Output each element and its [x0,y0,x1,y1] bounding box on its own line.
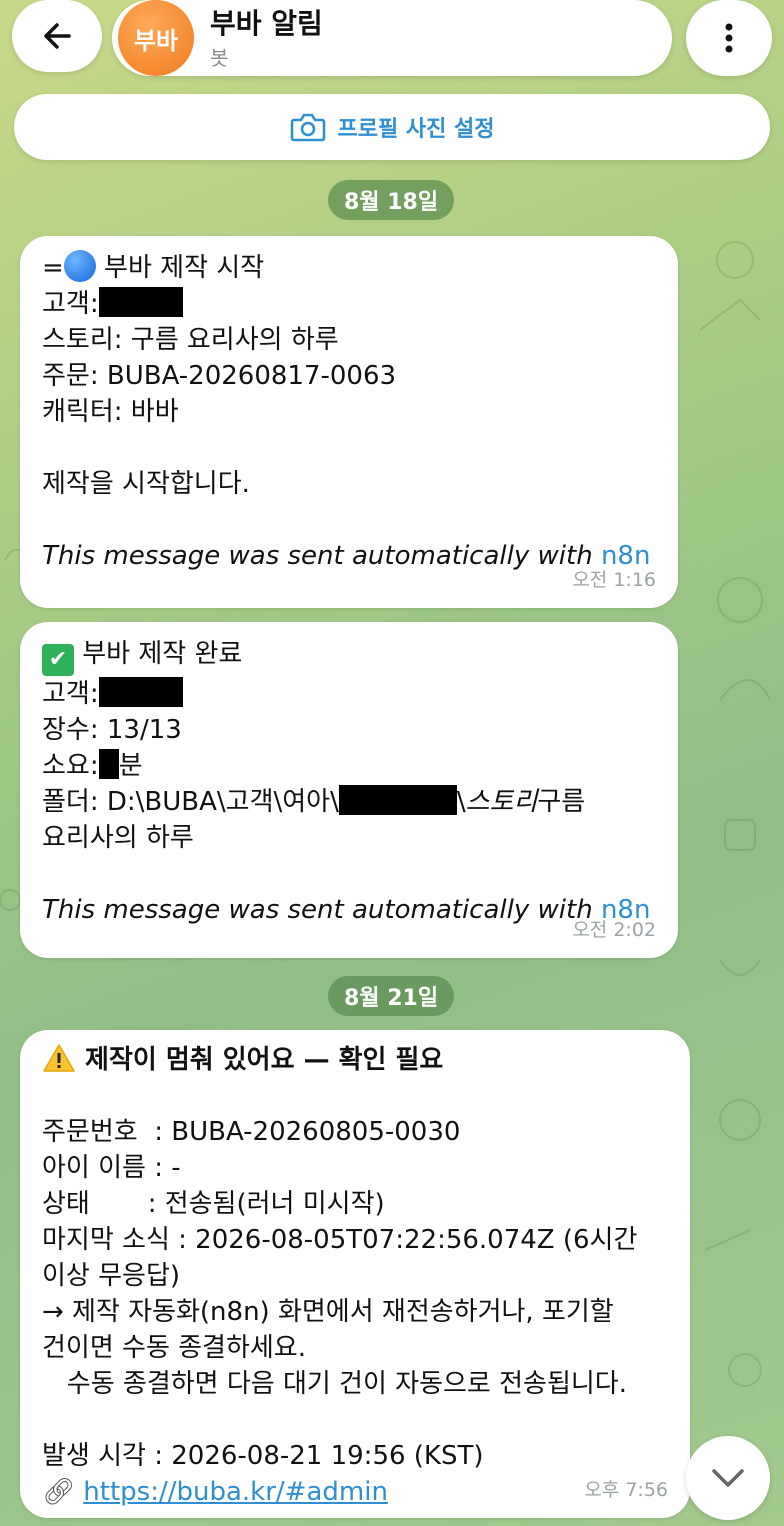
message-line: 캐릭터: 바바 [42,397,179,427]
message-title: 제작이 멈춰 있어요 — 확인 필요 [42,1042,668,1078]
message-link-line: 🔗︎ https://buba.kr/#admin [42,1474,668,1510]
redacted-block [98,677,183,707]
message-text: 분 [118,751,143,781]
back-button[interactable] [12,0,102,72]
message-line: 장수: 13/13 [42,715,182,745]
message-text: = [42,253,64,283]
chat-subtitle: 봇 [210,46,229,70]
message-line: 폴더: D:\BUBA\고객\여아\ \스토리구름 [42,784,656,820]
more-vertical-icon [725,23,733,53]
link-icon: 🔗︎ [42,1477,76,1507]
scroll-to-bottom-button[interactable] [686,1436,770,1520]
message-title: ✔ 부바 제작 완료 [42,636,656,676]
message-text: 부바 제작 완료 [74,639,243,669]
message-text: 스토리 [465,787,538,817]
message-line: 발생 시각 : 2026-08-21 19:56 (KST) [42,1441,484,1471]
message-line: 제작을 시작합니다. [42,469,250,499]
camera-icon [290,113,325,142]
profile-button-label: 프로필 사진 설정 [337,117,495,142]
message-title: = 부바 제작 시작 [42,250,656,286]
message-footer: This message was sent automatically with… [42,892,656,928]
redacted-block [98,287,183,317]
chat-header[interactable]: 부바 부바 알림 봇 [112,0,672,76]
set-profile-photo-button[interactable]: 프로필 사진 설정 [14,94,770,160]
message-line: 상태 : 전송됨(러너 미시작) [42,1189,385,1219]
redacted-block [98,749,119,779]
date-separator: 8월 18일 [328,180,455,220]
message-line: 마지막 소식 : 2026-08-05T07:22:56.074Z (6시간 [42,1225,638,1255]
message-line: 건이면 수동 종결하세요. [42,1333,306,1363]
message-text: 제작이 멈춰 있어요 — 확인 필요 [76,1045,444,1075]
arrow-left-icon [44,23,71,49]
message-text: \ [456,787,466,817]
message-line: 고객: [42,286,656,322]
message-bubble[interactable]: 제작이 멈춰 있어요 — 확인 필요 주문번호 : BUBA-20260805-… [20,1030,690,1518]
warning-icon [43,1044,75,1072]
check-mark-icon: ✔ [42,644,74,676]
footer-text: This message was sent automatically with [42,895,601,925]
message-line: 아이 이름 : - [42,1153,181,1183]
more-menu-button[interactable] [686,0,772,76]
blue-circle-icon [63,250,96,282]
message-text: 구름 [537,787,586,817]
message-text: 폴더: D:\BUBA\고객\여아\ [42,787,339,817]
message-line: 주문번호 : BUBA-20260805-0030 [42,1117,461,1147]
message-line: 고객: [42,676,656,712]
message-line: → 제작 자동화(n8n) 화면에서 재전송하거나, 포기할 [42,1297,614,1327]
message-time: 오전 1:16 [572,569,656,591]
message-time: 오후 7:56 [584,1479,668,1501]
message-text: 소요: [42,751,99,781]
date-separator: 8월 21일 [328,976,455,1016]
message-line: 스토리: 구름 요리사의 하루 [42,325,339,355]
message-text: 고객: [42,289,99,319]
message-bubble[interactable]: ✔ 부바 제작 완료 고객: 장수: 13/13 소요: 분 폴더: D:\BUB… [20,622,678,958]
chat-title: 부바 알림 [210,7,323,40]
redacted-block [338,785,457,815]
message-line: 소요: 분 [42,748,656,784]
admin-link[interactable]: https://buba.kr/#admin [83,1477,388,1507]
footer-text: This message was sent automatically with [42,541,601,571]
message-line: 이상 무응답) [42,1261,181,1291]
chevron-down-icon [712,1469,744,1487]
avatar[interactable]: 부바 [118,0,194,76]
message-bubble[interactable]: = 부바 제작 시작 고객: 스토리: 구름 요리사의 하루 주문: BUBA-… [20,236,678,608]
message-line: 주문: BUBA-20260817-0063 [42,361,397,391]
message-footer: This message was sent automatically with… [42,538,656,574]
message-line: 요리사의 하루 [42,823,194,853]
message-time: 오전 2:02 [572,919,656,941]
message-line: 수동 종결하면 다음 대기 건이 자동으로 전송됩니다. [42,1369,627,1399]
message-text: 고객: [42,679,99,709]
message-text: 부바 제작 시작 [95,253,265,283]
